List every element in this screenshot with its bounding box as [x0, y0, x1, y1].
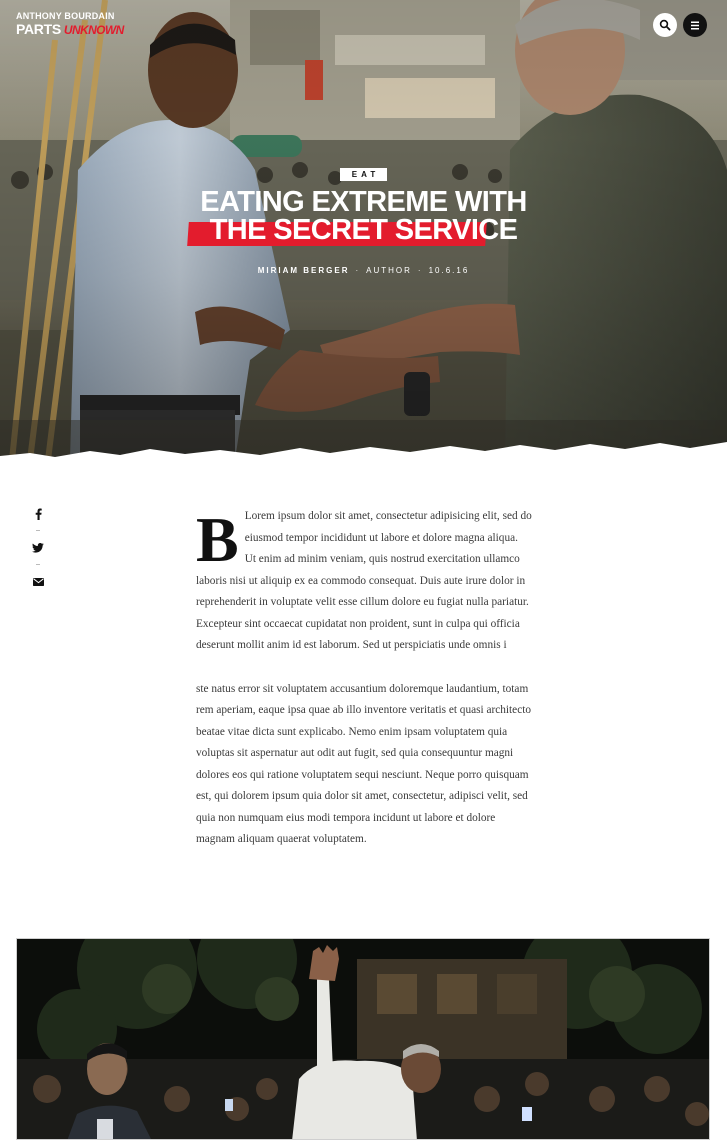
paragraph-1-text: Lorem ipsum dolor sit amet, consectetur …	[196, 510, 532, 651]
article-title: EATING EXTREME WITH THE SECRET SERVICE	[130, 188, 597, 246]
article-photo	[16, 938, 710, 1140]
paragraph-2: ste natus error sit voluptatem accusanti…	[196, 682, 532, 846]
logo-line-2: PARTS UNKNOWN	[16, 22, 124, 36]
menu-button[interactable]	[683, 13, 707, 37]
title-line-2: THE SECRET SERVICE	[209, 214, 518, 246]
logo-line-1: ANTHONY BOURDAIN	[16, 11, 115, 21]
author-name[interactable]: MIRIAM BERGER	[258, 266, 350, 275]
author-role: AUTHOR	[366, 266, 412, 275]
night-crowd-photo	[17, 939, 709, 1139]
share-divider	[36, 530, 40, 531]
search-icon	[659, 19, 671, 31]
email-icon	[32, 578, 44, 586]
hamburger-menu-icon	[691, 21, 699, 29]
torn-edge	[0, 442, 727, 460]
logo-parts: PARTS	[16, 21, 61, 37]
site-logo[interactable]: ANTHONY BOURDAIN PARTS UNKNOWN	[16, 11, 124, 37]
byline-separator: ·	[417, 266, 423, 275]
byline: MIRIAM BERGER · AUTHOR · 10.6.16	[200, 266, 527, 276]
share-bar	[30, 506, 46, 590]
twitter-icon	[32, 543, 44, 553]
share-email[interactable]	[30, 574, 46, 590]
drop-cap: B	[196, 504, 239, 575]
article-body: B Lorem ipsum dolor sit amet, consectetur…	[196, 506, 532, 851]
category-tag[interactable]: EAT	[340, 168, 387, 181]
facebook-icon	[35, 508, 42, 520]
logo-unknown: UNKNOWN	[63, 23, 124, 37]
byline-separator: ·	[355, 266, 361, 275]
share-twitter[interactable]	[30, 540, 46, 556]
share-divider	[36, 564, 40, 565]
paragraph-1: B Lorem ipsum dolor sit amet, consectetur…	[196, 506, 532, 657]
search-button[interactable]	[653, 13, 677, 37]
publish-date: 10.6.16	[428, 266, 470, 275]
share-facebook[interactable]	[30, 506, 46, 522]
hero-banner: ANTHONY BOURDAIN PARTS UNKNOWN EAT EATING…	[0, 0, 727, 460]
